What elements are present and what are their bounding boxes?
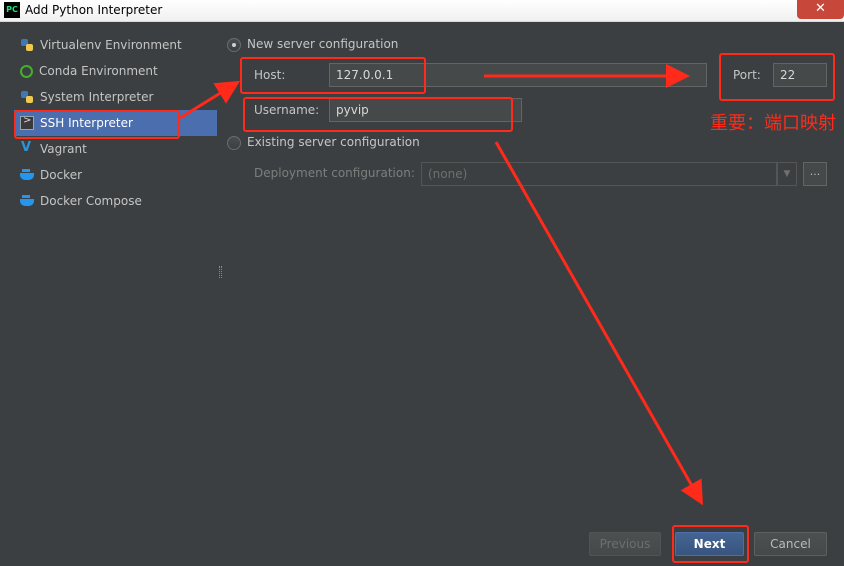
nav-item-conda[interactable]: Conda Environment [14, 58, 217, 84]
nav-item-label: System Interpreter [40, 90, 154, 104]
title-bar: PC Add Python Interpreter ✕ [0, 0, 844, 22]
deployment-config-select[interactable]: (none) [421, 162, 777, 186]
nav-item-label: Docker [40, 168, 83, 182]
highlight-ssh-interpreter [14, 110, 180, 139]
nav-item-virtualenv[interactable]: Virtualenv Environment [14, 32, 217, 58]
highlight-username [243, 97, 513, 132]
python-icon [20, 38, 34, 52]
python-icon [20, 90, 34, 104]
nav-item-system[interactable]: System Interpreter [14, 84, 217, 110]
deployment-config-label: Deployment configuration: [254, 166, 415, 180]
conda-icon [20, 64, 33, 78]
docker-icon [20, 168, 34, 182]
new-server-config-radio[interactable] [227, 38, 241, 52]
window-title: Add Python Interpreter [25, 3, 163, 17]
existing-server-config-label: Existing server configuration [247, 135, 420, 149]
cancel-button[interactable]: Cancel [754, 532, 827, 556]
close-button[interactable]: ✕ [797, 0, 844, 19]
pycharm-logo-icon: PC [4, 2, 20, 18]
existing-server-config-radio[interactable] [227, 136, 241, 150]
arrow-to-next [494, 141, 703, 506]
highlight-host [240, 57, 426, 94]
nav-item-docker-compose[interactable]: Docker Compose [14, 188, 217, 214]
highlight-next [672, 525, 749, 563]
vagrant-icon [20, 140, 34, 156]
nav-item-label: Virtualenv Environment [40, 38, 182, 52]
chevron-down-icon[interactable]: ▼ [777, 162, 797, 186]
nav-item-vagrant[interactable]: Vagrant [14, 136, 217, 162]
highlight-port [719, 53, 835, 101]
close-icon: ✕ [815, 1, 826, 16]
annotation-note: 重要：端口映射 [710, 113, 836, 134]
nav-item-label: Conda Environment [39, 64, 158, 78]
nav-item-label: Docker Compose [40, 194, 142, 208]
browse-deployment-button[interactable]: ... [803, 162, 827, 186]
docker-icon [20, 194, 34, 208]
new-server-config-label: New server configuration [247, 37, 399, 51]
splitter-handle[interactable] [219, 266, 222, 278]
nav-item-label: Vagrant [40, 142, 87, 156]
nav-item-docker[interactable]: Docker [14, 162, 217, 188]
previous-button[interactable]: Previous [589, 532, 661, 556]
